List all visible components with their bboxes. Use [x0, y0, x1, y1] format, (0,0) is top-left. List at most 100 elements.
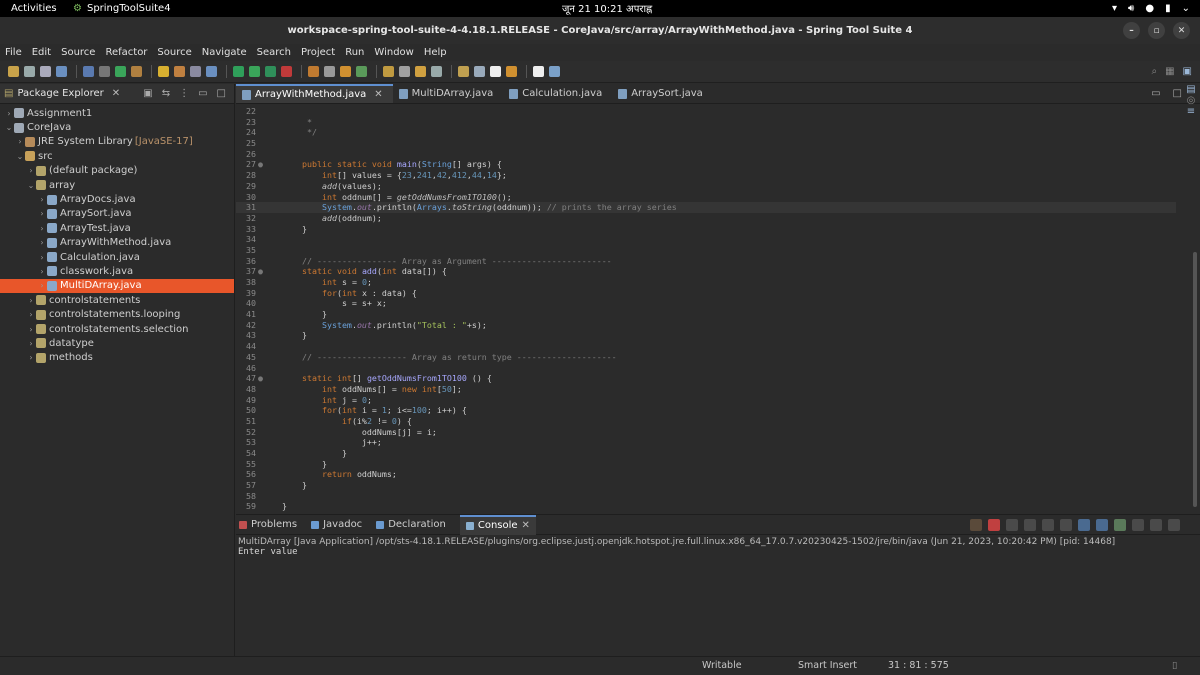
view-menu-icon[interactable]: ⋮ — [179, 88, 189, 99]
code-line[interactable]: 42 System.out.println("Total : "+s); — [236, 320, 1176, 331]
clock[interactable]: जून 21 10:21 अपराह्न — [562, 1, 652, 15]
toolbar-icon[interactable] — [131, 66, 142, 77]
toolbar-icon[interactable] — [506, 66, 517, 77]
menu-edit[interactable]: Edit — [32, 47, 51, 58]
tree-item[interactable]: ⌄ src — [0, 149, 234, 163]
link-editor-icon[interactable]: ⇆ — [162, 88, 170, 99]
menu-run[interactable]: Run — [345, 47, 364, 58]
editor-tab[interactable]: ArrayWithMethod.java ✕ — [236, 84, 393, 103]
menu-refactor[interactable]: Refactor — [105, 47, 147, 58]
code-line[interactable]: 40 s = s+ x; — [236, 298, 1176, 309]
terminate-icon[interactable] — [988, 518, 1000, 531]
close-icon[interactable]: ✕ — [112, 88, 120, 99]
editor-tab[interactable]: MultiDArray.java — [393, 84, 504, 103]
word-wrap-icon[interactable] — [1060, 518, 1072, 531]
minimize-icon[interactable]: ▭ — [198, 88, 207, 99]
twisty-icon[interactable]: › — [37, 281, 47, 290]
twisty-icon[interactable]: › — [37, 238, 47, 247]
code-line[interactable]: 32 add(oddnum); — [236, 213, 1176, 224]
open-console-icon[interactable] — [1132, 518, 1144, 531]
remove-icon[interactable] — [1006, 518, 1018, 531]
tree-item[interactable]: › Calculation.java — [0, 250, 234, 264]
package-explorer-tab[interactable]: ▤ Package Explorer ✕ ▣ ⇆ ⋮ ▭ □ — [0, 84, 234, 104]
code-line[interactable]: 45 // ------------------ Array as return… — [236, 352, 1176, 363]
code-line[interactable]: 30 int oddnum[] = getOddNumsFrom1TO100()… — [236, 192, 1176, 203]
tree-item[interactable]: › (default package) — [0, 164, 234, 178]
fold-marker-icon[interactable]: ● — [256, 159, 265, 170]
code-line[interactable]: 34 — [236, 234, 1176, 245]
toolbar-icon[interactable] — [415, 66, 426, 77]
maximize-icon[interactable] — [1168, 518, 1180, 531]
maximize-icon[interactable]: □ — [1173, 88, 1182, 99]
tree-item[interactable]: › MultiDArray.java — [0, 278, 234, 294]
minimize-icon[interactable]: ▭ — [1151, 88, 1160, 99]
menu-source[interactable]: Source — [61, 47, 95, 58]
outline-icon[interactable]: ▤ — [1182, 84, 1200, 95]
editor-scrollbar[interactable] — [1193, 252, 1197, 507]
menu-window[interactable]: Window — [374, 47, 413, 58]
code-line[interactable]: 58 — [236, 491, 1176, 502]
code-line[interactable]: 54 } — [236, 448, 1176, 459]
tab-problems[interactable]: Problems — [239, 515, 297, 535]
code-line[interactable]: 23 * — [236, 117, 1176, 128]
tree-item[interactable]: › datatype — [0, 336, 234, 350]
menu-source[interactable]: Source — [157, 47, 191, 58]
code-line[interactable]: 56 return oddNums; — [236, 469, 1176, 480]
code-line[interactable]: 51 if(i%2 != 0) { — [236, 416, 1176, 427]
toolbar-icon[interactable] — [249, 66, 260, 77]
minimize-button[interactable]: – — [1123, 22, 1140, 39]
toolbar-icon[interactable] — [56, 66, 67, 77]
twisty-icon[interactable]: › — [26, 166, 36, 175]
activities-button[interactable]: Activities — [0, 3, 70, 14]
code-line[interactable]: 29 add(values); — [236, 181, 1176, 192]
code-line[interactable]: 44 — [236, 341, 1176, 352]
toolbar-icon[interactable] — [549, 66, 560, 77]
toolbar-icon[interactable] — [474, 66, 485, 77]
code-line[interactable]: 55 } — [236, 459, 1176, 470]
code-line[interactable]: 52 oddNums[j] = i; — [236, 427, 1176, 438]
toolbar-icon[interactable] — [340, 66, 351, 77]
fold-marker-icon[interactable]: ● — [256, 373, 265, 384]
code-line[interactable]: 43 } — [236, 330, 1176, 341]
toolbar-icon[interactable] — [490, 66, 501, 77]
code-line[interactable]: 24 */ — [236, 127, 1176, 138]
twisty-icon[interactable]: › — [4, 109, 14, 118]
code-line[interactable]: 39 for(int x : data) { — [236, 288, 1176, 299]
toolbar-icon[interactable] — [533, 66, 544, 77]
search-icon[interactable]: ⌕ — [1151, 66, 1157, 77]
toolbar-icon[interactable] — [206, 66, 217, 77]
toolbar-icon[interactable] — [265, 66, 276, 77]
toolbar-icon[interactable] — [8, 66, 19, 77]
open-perspective-icon[interactable]: ▦ — [1165, 66, 1174, 77]
system-tray[interactable]: ▾ 🔊︎ ● ▮ ⌄ — [1112, 0, 1190, 17]
close-icon[interactable]: ✕ — [522, 520, 530, 531]
code-line[interactable]: 26 — [236, 149, 1176, 160]
task-list-icon[interactable]: ◎ — [1182, 95, 1200, 106]
code-line[interactable]: 41 } — [236, 309, 1176, 320]
menu-help[interactable]: Help — [424, 47, 447, 58]
toolbar-icon[interactable] — [308, 66, 319, 77]
tree-item[interactable]: › Assignment1 — [0, 106, 234, 120]
code-line[interactable]: 37 ● static void add(int data[]) { — [236, 266, 1176, 277]
code-line[interactable]: 47 ● static int[] getOddNumsFrom1TO100 ()… — [236, 373, 1176, 384]
pin-console-icon[interactable] — [1078, 518, 1090, 531]
close-icon[interactable]: ✕ — [374, 89, 382, 100]
twisty-icon[interactable]: › — [37, 209, 47, 218]
show-console-icon[interactable] — [1096, 518, 1108, 531]
twisty-icon[interactable]: › — [26, 339, 36, 348]
twisty-icon[interactable]: › — [26, 310, 36, 319]
toolbar-icon[interactable] — [233, 66, 244, 77]
twisty-icon[interactable]: › — [26, 325, 36, 334]
code-line[interactable]: 25 — [236, 138, 1176, 149]
tree-item[interactable]: › controlstatements.selection — [0, 322, 234, 336]
code-line[interactable]: 36 // ---------------- Array as Argument… — [236, 256, 1176, 267]
twisty-icon[interactable]: › — [37, 253, 47, 262]
display-console-icon[interactable] — [1114, 518, 1126, 531]
console-output[interactable]: Enter value — [236, 547, 1200, 557]
tab-declaration[interactable]: Declaration — [376, 515, 446, 535]
twisty-icon[interactable]: › — [15, 137, 25, 146]
toolbar-icon[interactable] — [115, 66, 126, 77]
toolbar-icon[interactable] — [174, 66, 185, 77]
code-line[interactable]: 38 int s = 0; — [236, 277, 1176, 288]
twisty-icon[interactable]: › — [26, 353, 36, 362]
